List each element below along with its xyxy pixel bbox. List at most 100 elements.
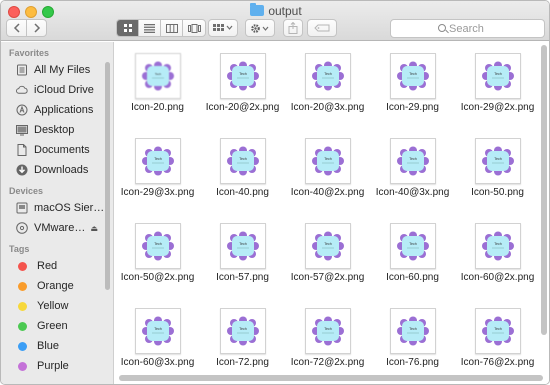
thumbnail-text: Tech bbox=[324, 242, 332, 246]
file-name-label: Icon-72@2x.png bbox=[290, 357, 365, 368]
png-thumbnail-icon[interactable]: Tech bbox=[219, 308, 266, 354]
list-view-button[interactable] bbox=[139, 20, 161, 36]
file-item[interactable]: Tech Icon-60@3x.png bbox=[115, 305, 200, 384]
file-name-label: Icon-29.png bbox=[386, 102, 439, 113]
thumbnail-text: Tech bbox=[154, 72, 161, 76]
file-item[interactable]: Tech Icon-57.png bbox=[200, 220, 285, 305]
file-name-label: Icon-60@2x.png bbox=[460, 272, 535, 283]
file-name-label: Icon-29@2x.png bbox=[460, 102, 535, 113]
png-thumbnail-icon[interactable]: Tech bbox=[474, 223, 521, 269]
tag-item-orange[interactable]: Orange bbox=[1, 276, 113, 296]
disc-icon bbox=[16, 222, 28, 234]
png-thumbnail-icon[interactable]: Tech bbox=[134, 53, 181, 99]
devices-list: macOS Sier… VMware… ⏏ bbox=[1, 198, 113, 238]
tag-item-yellow[interactable]: Yellow bbox=[1, 296, 113, 316]
file-item[interactable]: Tech Icon-57@2x.png bbox=[285, 220, 370, 305]
tag-label: Purple bbox=[37, 360, 69, 372]
tag-item-red[interactable]: Red bbox=[1, 256, 113, 276]
sidebar-item-downloads[interactable]: Downloads bbox=[1, 160, 113, 180]
file-item[interactable]: Tech Icon-76.png bbox=[370, 305, 455, 384]
file-item[interactable]: Tech Icon-60.png bbox=[370, 220, 455, 305]
png-thumbnail-icon[interactable]: Tech bbox=[389, 138, 436, 184]
share-icon bbox=[288, 22, 298, 34]
sidebar-item-macos-sier[interactable]: macOS Sier… bbox=[1, 198, 113, 218]
png-thumbnail-icon[interactable]: Tech bbox=[474, 138, 521, 184]
sidebar-item-documents[interactable]: Documents bbox=[1, 140, 113, 160]
edit-tags-button[interactable] bbox=[307, 19, 337, 37]
file-item[interactable]: Tech Icon-50@2x.png bbox=[115, 220, 200, 305]
icon-view-button[interactable] bbox=[117, 20, 139, 36]
file-item[interactable]: Tech Icon-20@3x.png bbox=[285, 50, 370, 135]
sidebar-item-applications[interactable]: Applications bbox=[1, 100, 113, 120]
search-field[interactable] bbox=[390, 19, 545, 38]
png-thumbnail-icon[interactable]: Tech bbox=[304, 53, 351, 99]
file-item[interactable]: Tech Icon-72.png bbox=[200, 305, 285, 384]
file-item[interactable]: Tech Icon-40.png bbox=[200, 135, 285, 220]
png-thumbnail-icon[interactable]: Tech bbox=[219, 138, 266, 184]
search-icon bbox=[438, 24, 446, 32]
png-thumbnail-icon[interactable]: Tech bbox=[134, 308, 181, 354]
file-name-label: Icon-60@3x.png bbox=[120, 357, 195, 368]
file-item[interactable]: Tech Icon-20@2x.png bbox=[200, 50, 285, 135]
sidebar-item-all-my-files[interactable]: All My Files bbox=[1, 60, 113, 80]
file-item[interactable]: Tech Icon-60@2x.png bbox=[455, 220, 540, 305]
desktop-icon bbox=[16, 124, 28, 136]
png-thumbnail-icon[interactable]: Tech bbox=[474, 308, 521, 354]
file-item[interactable]: Tech Icon-40@2x.png bbox=[285, 135, 370, 220]
png-thumbnail-icon[interactable]: Tech bbox=[219, 223, 266, 269]
toolbar: output bbox=[1, 1, 549, 41]
arrange-button[interactable] bbox=[208, 19, 238, 37]
horizontal-scrollbar[interactable] bbox=[119, 375, 543, 381]
sidebar-item-label: Applications bbox=[34, 104, 94, 116]
tag-item-purple[interactable]: Purple bbox=[1, 356, 113, 376]
file-item[interactable]: Tech Icon-29.png bbox=[370, 50, 455, 135]
png-thumbnail-icon[interactable]: Tech bbox=[304, 138, 351, 184]
tag-label: Yellow bbox=[37, 300, 69, 312]
share-button[interactable] bbox=[283, 19, 303, 37]
file-item[interactable]: Tech Icon-29@3x.png bbox=[115, 135, 200, 220]
cover-flow-icon bbox=[187, 23, 201, 33]
png-thumbnail-icon[interactable]: Tech bbox=[304, 223, 351, 269]
column-view-button[interactable] bbox=[161, 20, 183, 36]
tag-item-blue[interactable]: Blue bbox=[1, 336, 113, 356]
png-thumbnail-icon[interactable]: Tech bbox=[389, 223, 436, 269]
sidebar-scrollbar[interactable] bbox=[105, 62, 110, 290]
png-thumbnail-icon[interactable]: Tech bbox=[389, 308, 436, 354]
sidebar-item-vmware[interactable]: VMware… ⏏ bbox=[1, 218, 113, 238]
file-item[interactable]: Tech Icon-29@2x.png bbox=[455, 50, 540, 135]
file-item[interactable]: Tech Icon-50.png bbox=[455, 135, 540, 220]
file-item[interactable]: Tech Icon-40@3x.png bbox=[370, 135, 455, 220]
png-thumbnail-icon[interactable]: Tech bbox=[389, 53, 436, 99]
search-input[interactable] bbox=[449, 22, 539, 36]
thumbnail-text: Tech bbox=[409, 327, 417, 331]
file-name-label: Icon-20@3x.png bbox=[290, 102, 365, 113]
thumbnail-text: Tech bbox=[494, 72, 502, 76]
eject-icon[interactable]: ⏏ bbox=[90, 224, 98, 233]
action-menu-button[interactable] bbox=[245, 19, 275, 37]
sidebar-item-icloud-drive[interactable]: iCloud Drive bbox=[1, 80, 113, 100]
tag-label: Green bbox=[37, 320, 68, 332]
png-thumbnail-icon[interactable]: Tech bbox=[134, 138, 181, 184]
png-thumbnail-icon[interactable]: Tech bbox=[134, 223, 181, 269]
png-thumbnail-icon[interactable]: Tech bbox=[304, 308, 351, 354]
back-button[interactable] bbox=[6, 19, 27, 37]
tag-item-green[interactable]: Green bbox=[1, 316, 113, 336]
vertical-scrollbar[interactable] bbox=[541, 45, 547, 335]
window-title-label: output bbox=[268, 4, 302, 18]
favorites-header: Favorites bbox=[9, 48, 50, 58]
documents-icon bbox=[16, 144, 28, 156]
file-item[interactable]: Tech Icon-76@2x.png bbox=[455, 305, 540, 384]
file-item[interactable]: Tech Icon-20.png bbox=[115, 50, 200, 135]
file-name-label: Icon-57.png bbox=[216, 272, 269, 283]
thumbnail-text: Tech bbox=[154, 157, 162, 161]
file-icon-grid: Tech Icon-20.png Tech Icon-20@2x.png Tech Ico… bbox=[115, 42, 549, 384]
gear-icon bbox=[251, 23, 269, 33]
sidebar-item-desktop[interactable]: Desktop bbox=[1, 120, 113, 140]
forward-button[interactable] bbox=[26, 19, 47, 37]
png-thumbnail-icon[interactable]: Tech bbox=[219, 53, 266, 99]
sidebar-item-label: Desktop bbox=[34, 124, 75, 136]
cover-flow-view-button[interactable] bbox=[183, 20, 205, 36]
png-thumbnail-icon[interactable]: Tech bbox=[474, 53, 521, 99]
file-item[interactable]: Tech Icon-72@2x.png bbox=[285, 305, 370, 384]
file-name-label: Icon-60.png bbox=[386, 272, 439, 283]
